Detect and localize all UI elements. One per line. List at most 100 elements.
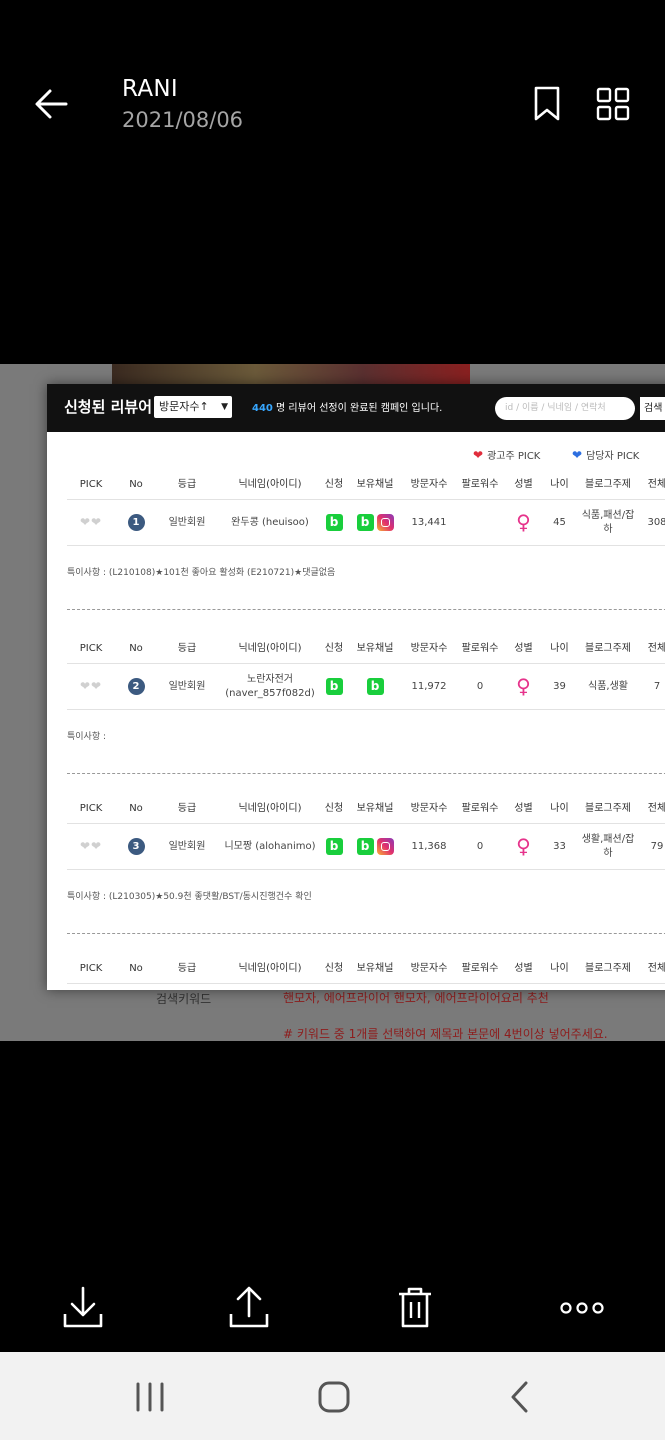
cell-pick[interactable]: ❤❤ (67, 664, 115, 709)
selection-note: 440 명 리뷰어 선정이 완료된 캠페인 입니다. (252, 399, 442, 414)
cell-nickname[interactable]: 노란자전거 (naver_857f082d) (217, 664, 323, 709)
cell-no: 2 (115, 664, 157, 709)
column-header-age: 나이 (550, 802, 569, 814)
column-header-no: No (129, 642, 143, 654)
background-page-text: 검색키워드 핸모자, 에어프라이어 핸모자, 에어프라이어요리 추천 # 키워드… (0, 984, 665, 1041)
column-header-followers: 팔로워수 (461, 478, 499, 490)
search-input[interactable]: id / 이름 / 닉네임 / 연락처 (495, 397, 635, 420)
column-header-no: No (129, 802, 143, 814)
instagram-icon[interactable] (376, 514, 394, 531)
download-button[interactable] (61, 1284, 105, 1330)
pick-hearts-icon[interactable]: ❤❤ (80, 838, 102, 854)
cell-age: 33 (553, 840, 566, 852)
bookmark-button[interactable] (532, 86, 562, 122)
cell-apply: b (323, 500, 345, 545)
sort-select[interactable]: 방문자수↑ ▼ (154, 396, 232, 418)
image-title: RANI (122, 76, 178, 102)
selection-note-text: 명 리뷰어 선정이 완료된 캠페인 입니다. (272, 403, 443, 414)
cell-topic: 생활,패션/잡하 (581, 834, 635, 859)
column-header-age: 나이 (550, 642, 569, 654)
rank-badge: 2 (127, 678, 145, 695)
column-header-no: No (129, 478, 143, 490)
column-header-age: 나이 (550, 478, 569, 490)
panel-header: 신청된 리뷰어 방문자수↑ ▼ 440 명 리뷰어 선정이 완료된 캠페인 입니… (47, 384, 665, 432)
column-header-pick: PICK (79, 962, 103, 974)
column-header-visitors: 방문자수 (410, 802, 448, 814)
reviewer-panel: 신청된 리뷰어 방문자수↑ ▼ 440 명 리뷰어 선정이 완료된 캠페인 입니… (47, 384, 665, 990)
column-header-gender: 성별 (514, 478, 533, 490)
cell-channels[interactable]: b (345, 664, 405, 709)
bookmark-icon (534, 86, 560, 121)
cell-pick[interactable]: ❤❤ (67, 824, 115, 869)
pick-hearts-icon[interactable]: ❤❤ (80, 514, 102, 530)
cell-followers: 0 (476, 840, 484, 852)
recent-apps-icon (136, 1382, 164, 1412)
row-divider (67, 609, 665, 610)
home-button[interactable] (314, 1380, 354, 1414)
keyword-text: 핸모자, 에어프라이어 핸모자, 에어프라이어요리 추천 (283, 991, 549, 1005)
column-header-channels: 보유채널 (356, 802, 394, 814)
photo-viewer[interactable]: 검색키워드 핸모자, 에어프라이어 핸모자, 에어프라이어요리 추천 # 키워드… (0, 364, 665, 1041)
cell-total: 308 (647, 516, 665, 528)
table-header-row: PICK No 등급 닉네임(아이디) 신청 보유채널 방문자수 팔로워수 성별 나이 블로그주제 전… (67, 954, 665, 984)
cell-channels[interactable]: b (345, 824, 405, 869)
special-note: 특이사항 : (67, 732, 107, 742)
table-header-row: PICK No 등급 닉네임(아이디) 신청 보유채널 방문자수 팔로워수 성별 나이 블로그주제 전… (67, 634, 665, 664)
column-header-channels: 보유채널 (356, 642, 394, 654)
system-navigation-bar (0, 1352, 665, 1440)
back-button[interactable] (30, 82, 74, 126)
cell-visitors: 11,368 (411, 840, 447, 852)
more-button[interactable] (559, 1284, 605, 1330)
delete-button[interactable] (393, 1284, 437, 1330)
cell-followers: 0 (476, 680, 484, 692)
cell-channels[interactable]: b (345, 500, 405, 545)
column-header-age: 나이 (550, 962, 569, 974)
column-header-nickname: 닉네임(아이디) (238, 962, 302, 974)
row-divider (67, 773, 665, 774)
recent-apps-button[interactable] (130, 1380, 170, 1414)
naver-blog-icon[interactable]: b (356, 838, 374, 855)
chevron-down-icon: ▼ (221, 402, 228, 412)
row-divider (67, 933, 665, 934)
column-header-grade: 등급 (177, 962, 197, 974)
table-row: ❤❤ 1 일반회원 완두콩 (heuisoo) b b 13,441 ♀ 45 식품,패션/잡하 3… (67, 500, 665, 546)
column-header-channels: 보유채널 (356, 962, 394, 974)
system-back-button[interactable] (500, 1380, 540, 1414)
home-icon (318, 1381, 350, 1413)
column-header-visitors: 방문자수 (410, 478, 448, 490)
column-header-followers: 팔로워수 (461, 962, 499, 974)
cell-nickname[interactable]: 완두콩 (heuisoo) (217, 500, 323, 545)
cell-gender: ♀ (507, 500, 540, 545)
column-header-grade: 등급 (177, 642, 197, 654)
selection-count: 440 (252, 403, 273, 414)
female-icon: ♀ (516, 834, 531, 858)
column-header-channels: 보유채널 (356, 478, 394, 490)
column-header-followers: 팔로워수 (461, 802, 499, 814)
share-button[interactable] (227, 1284, 271, 1330)
naver-blog-icon[interactable]: b (366, 678, 384, 695)
column-header-topic: 블로그주제 (585, 802, 631, 814)
column-header-pick: PICK (79, 802, 103, 814)
cell-pick[interactable]: ❤❤ (67, 500, 115, 545)
back-arrow-icon (35, 89, 68, 119)
column-header-no: No (129, 962, 143, 974)
grid-view-button[interactable] (596, 87, 630, 121)
panel-title: 신청된 리뷰어 (64, 398, 153, 416)
table-row: ❤❤ 3 일반회원 니모짱 (alohanimo) b b 11,368 0 ♀ 33 생활,패션/… (67, 824, 665, 870)
keyword-label: 검색키워드 (156, 992, 212, 1006)
table-row: ❤❤ 2 일반회원 노란자전거 (naver_857f082d) b b 11,972 0 ♀ 3… (67, 664, 665, 710)
column-header-total: 전체 (647, 642, 665, 654)
pick-hearts-icon[interactable]: ❤❤ (80, 678, 102, 694)
cell-total: 79 (650, 840, 664, 852)
column-header-topic: 블로그주제 (585, 642, 631, 654)
column-header-grade: 등급 (177, 478, 197, 490)
cell-grade: 일반회원 (168, 840, 206, 852)
sort-select-value: 방문자수↑ (159, 400, 209, 413)
legend-ad-pick-label: 광고주 PICK (487, 451, 541, 462)
instagram-icon[interactable] (376, 838, 394, 855)
search-button[interactable]: 검색 (640, 397, 665, 420)
cell-grade: 일반회원 (168, 516, 206, 528)
naver-blog-icon[interactable]: b (356, 514, 374, 531)
cell-nickname[interactable]: 니모짱 (alohanimo) (217, 824, 323, 869)
chevron-left-icon (511, 1381, 528, 1413)
